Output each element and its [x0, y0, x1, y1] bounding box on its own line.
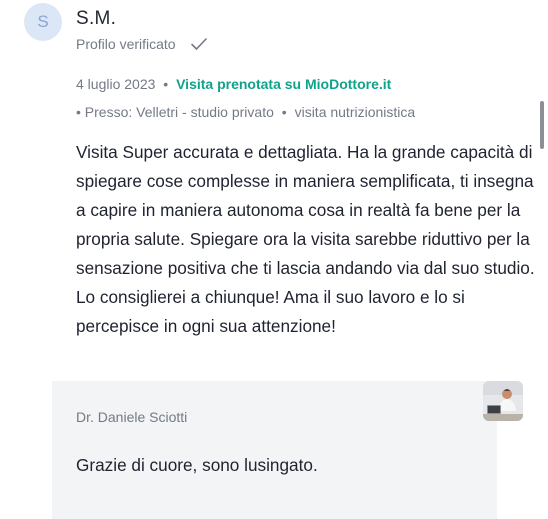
doctor-photo [483, 381, 523, 421]
verified-profile: Profilo verificato [76, 36, 208, 52]
avatar: S [24, 3, 62, 41]
review-details: • Presso: Velletri - studio privato • vi… [76, 104, 415, 120]
details-bullet: • [76, 104, 81, 120]
reply-author: Dr. Daniele Sciotti [76, 409, 188, 425]
review-date: 4 luglio 2023 [76, 76, 156, 92]
verified-label: Profilo verificato [76, 36, 176, 52]
visit-location: Presso: Velletri - studio privato [84, 104, 274, 120]
details-separator: • [281, 104, 287, 120]
booking-label: Visita prenotata su MioDottore.it [176, 76, 392, 92]
visit-type: visita nutrizionistica [294, 104, 416, 120]
avatar-initial: S [37, 12, 49, 31]
meta-separator: • [163, 76, 169, 92]
review-author: S.M. [76, 8, 117, 29]
review-text: Visita Super accurata e dettagliata. Ha … [76, 142, 535, 336]
reply-text: Grazie di cuore, sono lusingato. [76, 455, 318, 475]
review-meta: 4 luglio 2023 • Visita prenotata su MioD… [76, 76, 391, 92]
scrollbar[interactable] [540, 101, 544, 149]
doctor-reply: Dr. Daniele Sciotti Grazie di cuore, son… [52, 381, 497, 519]
doctor-photo-image [483, 381, 523, 421]
check-icon [190, 38, 207, 50]
